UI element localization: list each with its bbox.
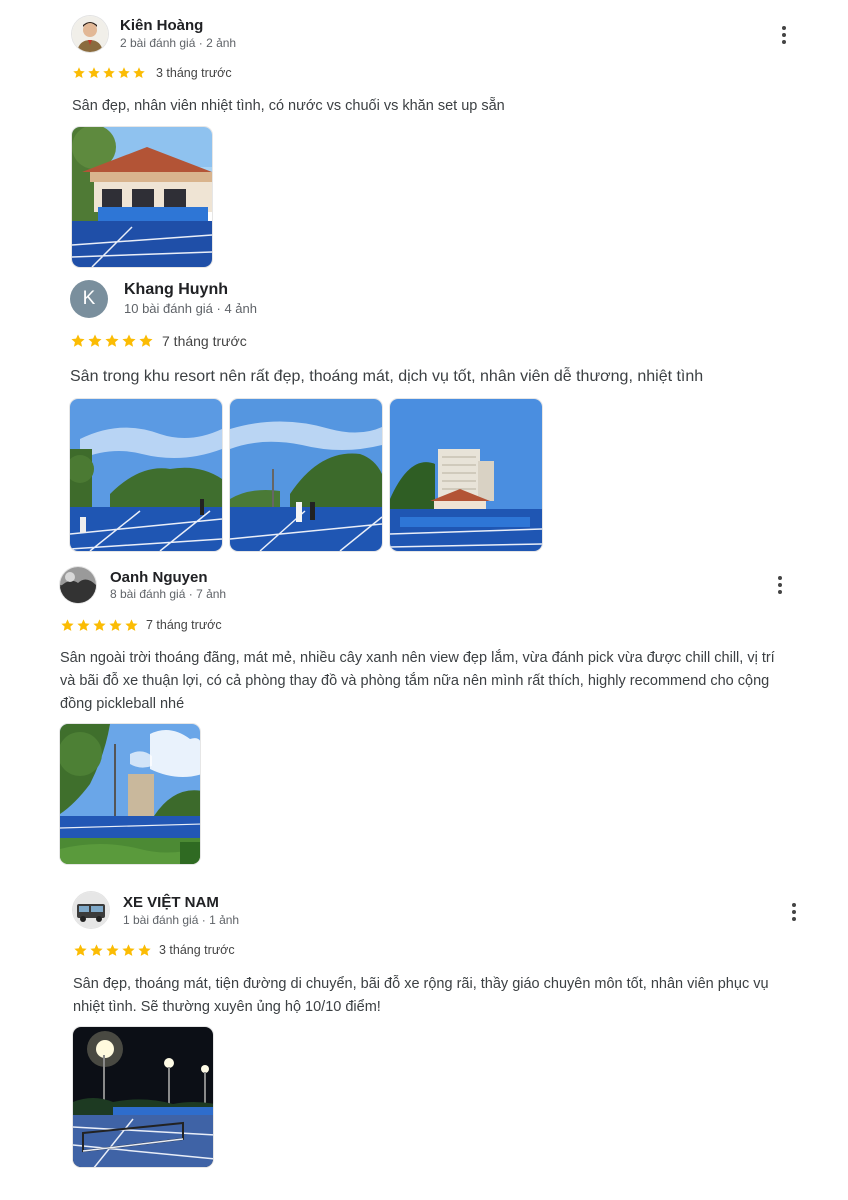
star-icon	[138, 333, 154, 349]
review-photos	[72, 127, 212, 267]
star-icon	[104, 333, 120, 349]
review-photo[interactable]	[73, 1027, 213, 1167]
review-photo[interactable]	[70, 399, 222, 551]
star-icon	[89, 943, 104, 958]
star-icon	[105, 943, 120, 958]
star-icon	[76, 618, 91, 633]
more-vert-icon	[782, 26, 786, 30]
more-options-button[interactable]	[768, 573, 792, 597]
reviewer-name[interactable]: Oanh Nguyen	[110, 569, 208, 586]
star-icon	[121, 333, 137, 349]
star-icon	[132, 66, 146, 80]
star-icon	[92, 618, 107, 633]
star-icon	[124, 618, 139, 633]
review-card: Oanh Nguyen 8 bài đánh giá · 7 ảnh 7 thá…	[0, 560, 848, 880]
star-icon	[121, 943, 136, 958]
more-options-button[interactable]	[772, 23, 796, 47]
avatar[interactable]	[72, 16, 108, 52]
more-vert-icon	[792, 903, 796, 907]
review-text: Sân đẹp, nhân viên nhiệt tình, có nước v…	[72, 98, 505, 114]
star-icon	[70, 333, 86, 349]
star-icon	[108, 618, 123, 633]
reviewer-name[interactable]: Khang Huynh	[124, 281, 228, 299]
star-icon	[72, 66, 86, 80]
review-card: XE VIỆT NAM 1 bài đánh giá · 1 ảnh 3 thá…	[0, 880, 848, 1200]
review-photo[interactable]	[72, 127, 212, 267]
reviewer-stats: 2 bài đánh giá · 2 ảnh	[120, 36, 237, 50]
reviewer-name[interactable]: XE VIỆT NAM	[123, 894, 219, 911]
review-photo[interactable]	[390, 399, 542, 551]
more-options-button[interactable]	[782, 900, 806, 924]
avatar[interactable]	[73, 892, 109, 928]
review-photos	[73, 1027, 213, 1167]
star-rating	[60, 618, 139, 633]
review-card: Kiên Hoàng 2 bài đánh giá · 2 ảnh 3 thán…	[0, 0, 848, 275]
star-icon	[137, 943, 152, 958]
review-photos	[70, 399, 542, 551]
star-rating	[72, 66, 146, 80]
review-text: Sân ngoài trời thoáng đãng, mát mẻ, nhiề…	[60, 650, 775, 712]
reviewer-stats: 10 bài đánh giá · 4 ảnh	[124, 301, 257, 316]
review-text: Sân đẹp, thoáng mát, tiện đường di chuyể…	[73, 976, 769, 1015]
star-rating	[70, 333, 154, 349]
review-text: Sân trong khu resort nên rất đẹp, thoáng…	[70, 368, 704, 385]
avatar[interactable]	[60, 567, 96, 603]
star-icon	[87, 66, 101, 80]
reviewer-stats: 1 bài đánh giá · 1 ảnh	[123, 913, 240, 927]
star-icon	[117, 66, 131, 80]
review-card: K Khang Huynh 10 bài đánh giá · 4 ảnh 7 …	[0, 275, 848, 560]
review-photo[interactable]	[230, 399, 382, 551]
avatar-letter: K	[82, 288, 96, 309]
star-icon	[102, 66, 116, 80]
review-date: 3 tháng trước	[156, 66, 232, 80]
review-date: 7 tháng trước	[162, 333, 247, 349]
review-photo[interactable]	[60, 724, 200, 864]
avatar[interactable]: K	[70, 280, 108, 318]
reviewer-name[interactable]: Kiên Hoàng	[120, 17, 203, 34]
review-date: 3 tháng trước	[159, 943, 235, 957]
star-icon	[73, 943, 88, 958]
reviewer-stats: 8 bài đánh giá · 7 ảnh	[110, 587, 227, 601]
review-date: 7 tháng trước	[146, 618, 222, 632]
more-vert-icon	[778, 576, 782, 580]
star-rating	[73, 943, 152, 958]
star-icon	[87, 333, 103, 349]
star-icon	[60, 618, 75, 633]
review-photos	[60, 724, 200, 864]
